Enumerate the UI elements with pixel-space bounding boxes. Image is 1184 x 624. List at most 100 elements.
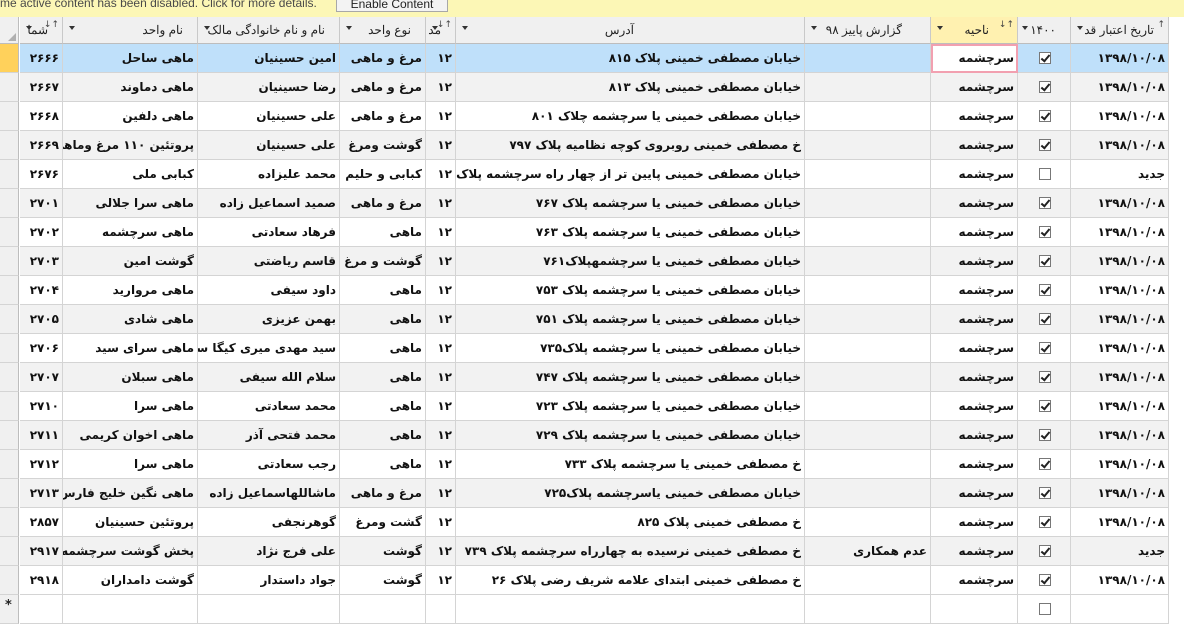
cell-date[interactable]: ۱۳۹۸/۱۰/۰۸ — [1071, 276, 1169, 305]
cell-address[interactable]: خیابان مصطفی خمینی یا سرچشمه پلاک ۷۵۳ — [456, 276, 805, 305]
cell-report[interactable] — [805, 73, 931, 102]
cell-number[interactable]: ۲۷۰۲ — [20, 218, 63, 247]
cell-unit[interactable]: پخش گوشت سرچشمه — [63, 537, 198, 566]
cell-number[interactable]: ۲۶۶۷ — [20, 73, 63, 102]
unchecked-checkbox-icon[interactable] — [1039, 603, 1051, 615]
new-cell-date[interactable] — [1071, 595, 1169, 624]
cell-number[interactable]: ۲۷۰۴ — [20, 276, 63, 305]
cell-checkbox[interactable] — [1018, 392, 1071, 421]
cell-checkbox[interactable] — [1018, 305, 1071, 334]
checked-checkbox-icon[interactable] — [1039, 400, 1051, 412]
cell-checkbox[interactable] — [1018, 363, 1071, 392]
cell-address[interactable]: خیابان مصطفی خمینی یا سرچشمه پلاک ۷۴۷ — [456, 363, 805, 392]
cell-unit[interactable]: ماهی اخوان کریمی — [63, 421, 198, 450]
cell-checkbox[interactable] — [1018, 44, 1071, 73]
cell-checkbox[interactable] — [1018, 247, 1071, 276]
cell-date[interactable]: ۱۳۹۸/۱۰/۰۸ — [1071, 189, 1169, 218]
cell-owner[interactable]: داود سیفی — [198, 276, 340, 305]
cell-date[interactable]: ۱۳۹۸/۱۰/۰۸ — [1071, 566, 1169, 595]
cell-address[interactable]: خ مصطفی خمینی نرسیده به چهارراه سرچشمه پ… — [456, 537, 805, 566]
cell-report[interactable] — [805, 508, 931, 537]
column-header-unit[interactable]: نام واحد — [63, 17, 198, 44]
checked-checkbox-icon[interactable] — [1039, 284, 1051, 296]
cell-date[interactable]: ۱۳۹۸/۱۰/۰۸ — [1071, 305, 1169, 334]
cell-code[interactable]: ۱۲ — [426, 160, 456, 189]
cell-type[interactable]: ماهی — [340, 450, 426, 479]
column-header-owner[interactable]: نام و نام خانوادگی مالک — [198, 17, 340, 44]
cell-code[interactable]: ۱۲ — [426, 508, 456, 537]
cell-address[interactable]: خیابان مصطفی خمینی یاسرچشمه پلاک۷۲۵ — [456, 479, 805, 508]
checked-checkbox-icon[interactable] — [1039, 458, 1051, 470]
cell-district[interactable]: سرچشمه — [931, 131, 1018, 160]
cell-unit[interactable]: کبابی ملی — [63, 160, 198, 189]
cell-date[interactable]: ۱۳۹۸/۱۰/۰۸ — [1071, 421, 1169, 450]
cell-type[interactable]: ماهی — [340, 218, 426, 247]
cell-date[interactable]: ۱۳۹۸/۱۰/۰۸ — [1071, 73, 1169, 102]
cell-number[interactable]: ۲۷۱۲ — [20, 450, 63, 479]
filter-dropdown-arrow-icon[interactable] — [432, 26, 438, 30]
cell-district[interactable]: سرچشمه — [931, 44, 1018, 73]
table-row[interactable]: ۱۳۹۸/۱۰/۰۸ سرچشمه خ مصطفی خمینی پلاک ۸۲۵ ۱۲… — [0, 508, 1184, 537]
column-header-type[interactable]: نوع واحد — [340, 17, 426, 44]
cell-district[interactable]: سرچشمه — [931, 392, 1018, 421]
cell-owner[interactable]: محمد سعادتی — [198, 392, 340, 421]
cell-owner[interactable]: محمد علیزاده — [198, 160, 340, 189]
cell-code[interactable]: ۱۲ — [426, 44, 456, 73]
table-row[interactable]: ۱۳۹۸/۱۰/۰۸ سرچشمه خیابان مصطفی خمینی پلاک … — [0, 73, 1184, 102]
cell-number[interactable]: ۲۶۷۶ — [20, 160, 63, 189]
cell-type[interactable]: گوشت — [340, 537, 426, 566]
filter-dropdown-arrow-icon[interactable] — [937, 26, 943, 30]
filter-dropdown-arrow-icon[interactable] — [1022, 26, 1028, 30]
cell-type[interactable]: گوشت و مرغ — [340, 247, 426, 276]
checked-checkbox-icon[interactable] — [1039, 516, 1051, 528]
cell-code[interactable]: ۱۲ — [426, 450, 456, 479]
checked-checkbox-icon[interactable] — [1039, 545, 1051, 557]
select-all-corner[interactable] — [0, 17, 19, 44]
checked-checkbox-icon[interactable] — [1039, 342, 1051, 354]
cell-checkbox[interactable] — [1018, 479, 1071, 508]
cell-type[interactable]: گوشت ومرغ — [340, 131, 426, 160]
cell-type[interactable]: ماهی — [340, 421, 426, 450]
cell-type[interactable]: ماهی — [340, 334, 426, 363]
cell-owner[interactable]: سلام الله سیفی — [198, 363, 340, 392]
cell-owner[interactable]: علی حسینیان — [198, 102, 340, 131]
cell-unit[interactable]: ماهی سرا جلالی — [63, 189, 198, 218]
filter-dropdown-arrow-icon[interactable] — [204, 26, 210, 30]
checked-checkbox-icon[interactable] — [1039, 487, 1051, 499]
cell-owner[interactable]: فرهاد سعادتی — [198, 218, 340, 247]
new-cell-number[interactable] — [20, 595, 63, 624]
cell-owner[interactable]: رضا حسینیان — [198, 73, 340, 102]
checked-checkbox-icon[interactable] — [1039, 313, 1051, 325]
cell-date[interactable]: جدید — [1071, 160, 1169, 189]
cell-report[interactable] — [805, 247, 931, 276]
cell-code[interactable]: ۱۲ — [426, 218, 456, 247]
cell-date[interactable]: ۱۳۹۸/۱۰/۰۸ — [1071, 334, 1169, 363]
column-header-number[interactable]: شما ↑↓ — [20, 17, 63, 44]
cell-district[interactable]: سرچشمه — [931, 73, 1018, 102]
cell-district[interactable]: سرچشمه — [931, 189, 1018, 218]
checked-checkbox-icon[interactable] — [1039, 429, 1051, 441]
cell-code[interactable]: ۱۲ — [426, 276, 456, 305]
cell-checkbox[interactable] — [1018, 537, 1071, 566]
filter-dropdown-arrow-icon[interactable] — [1077, 26, 1083, 30]
cell-owner[interactable]: قاسم ریاضتی — [198, 247, 340, 276]
filter-dropdown-arrow-icon[interactable] — [811, 26, 817, 30]
cell-date[interactable]: ۱۳۹۸/۱۰/۰۸ — [1071, 102, 1169, 131]
cell-date[interactable]: ۱۳۹۸/۱۰/۰۸ — [1071, 218, 1169, 247]
cell-number[interactable]: ۲۷۰۳ — [20, 247, 63, 276]
cell-type[interactable]: مرغ و ماهی — [340, 479, 426, 508]
cell-owner[interactable]: علی فرج نژاد — [198, 537, 340, 566]
cell-code[interactable]: ۱۲ — [426, 537, 456, 566]
table-row[interactable]: ۱۳۹۸/۱۰/۰۸ سرچشمه خیابان مصطفی خمینی یا سر… — [0, 276, 1184, 305]
column-header-district[interactable]: ناحیه ↑↓ — [931, 17, 1018, 44]
new-cell-district[interactable] — [931, 595, 1018, 624]
cell-unit[interactable]: ماهی نگین خلیج فارس — [63, 479, 198, 508]
cell-report[interactable] — [805, 305, 931, 334]
cell-number[interactable]: ۲۶۶۸ — [20, 102, 63, 131]
cell-owner[interactable]: صمید اسماعیل زاده — [198, 189, 340, 218]
checked-checkbox-icon[interactable] — [1039, 139, 1051, 151]
table-row[interactable]: ۱۳۹۸/۱۰/۰۸ سرچشمه خیابان مصطفی خمینی یا سر… — [0, 363, 1184, 392]
cell-date[interactable]: جدید — [1071, 537, 1169, 566]
cell-owner[interactable]: سید مهدی میری کیگا سرا — [198, 334, 340, 363]
cell-code[interactable]: ۱۲ — [426, 102, 456, 131]
